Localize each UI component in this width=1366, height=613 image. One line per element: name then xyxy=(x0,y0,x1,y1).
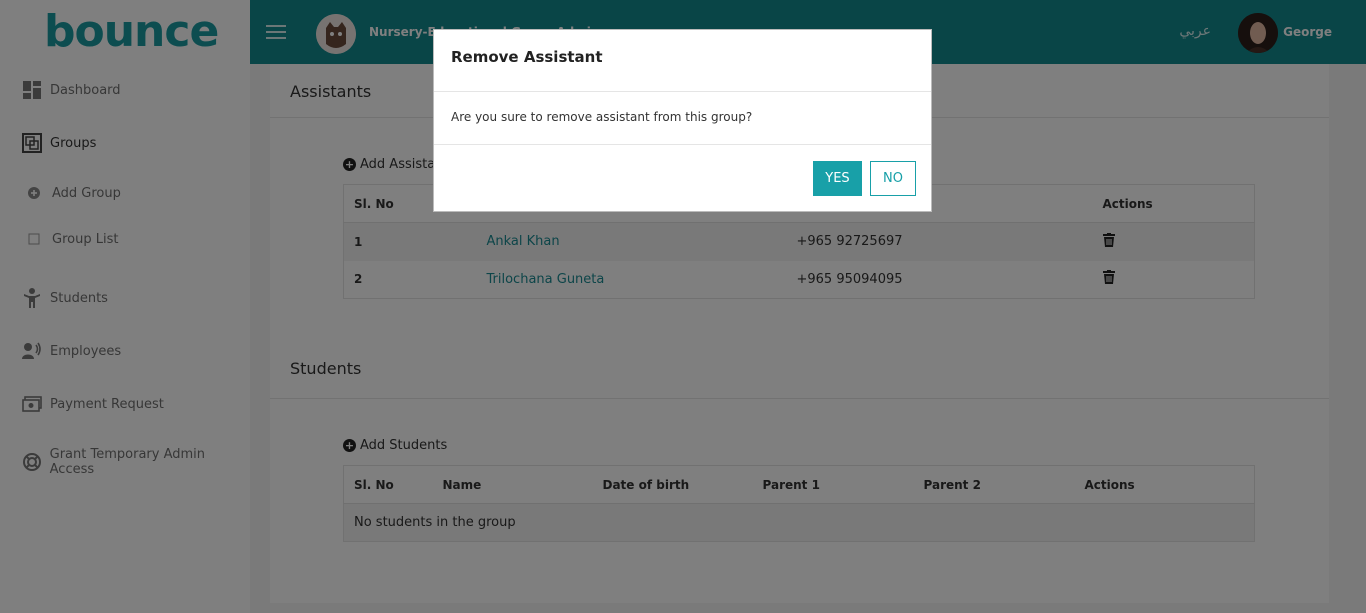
divider xyxy=(434,144,931,145)
confirm-yes-button[interactable]: YES xyxy=(813,161,862,196)
divider xyxy=(434,91,931,92)
dialog-title: Remove Assistant xyxy=(451,48,603,66)
dialog-message: Are you sure to remove assistant from th… xyxy=(451,110,753,124)
cancel-no-button[interactable]: NO xyxy=(870,161,916,196)
remove-assistant-dialog: Remove Assistant Are you sure to remove … xyxy=(433,29,932,212)
